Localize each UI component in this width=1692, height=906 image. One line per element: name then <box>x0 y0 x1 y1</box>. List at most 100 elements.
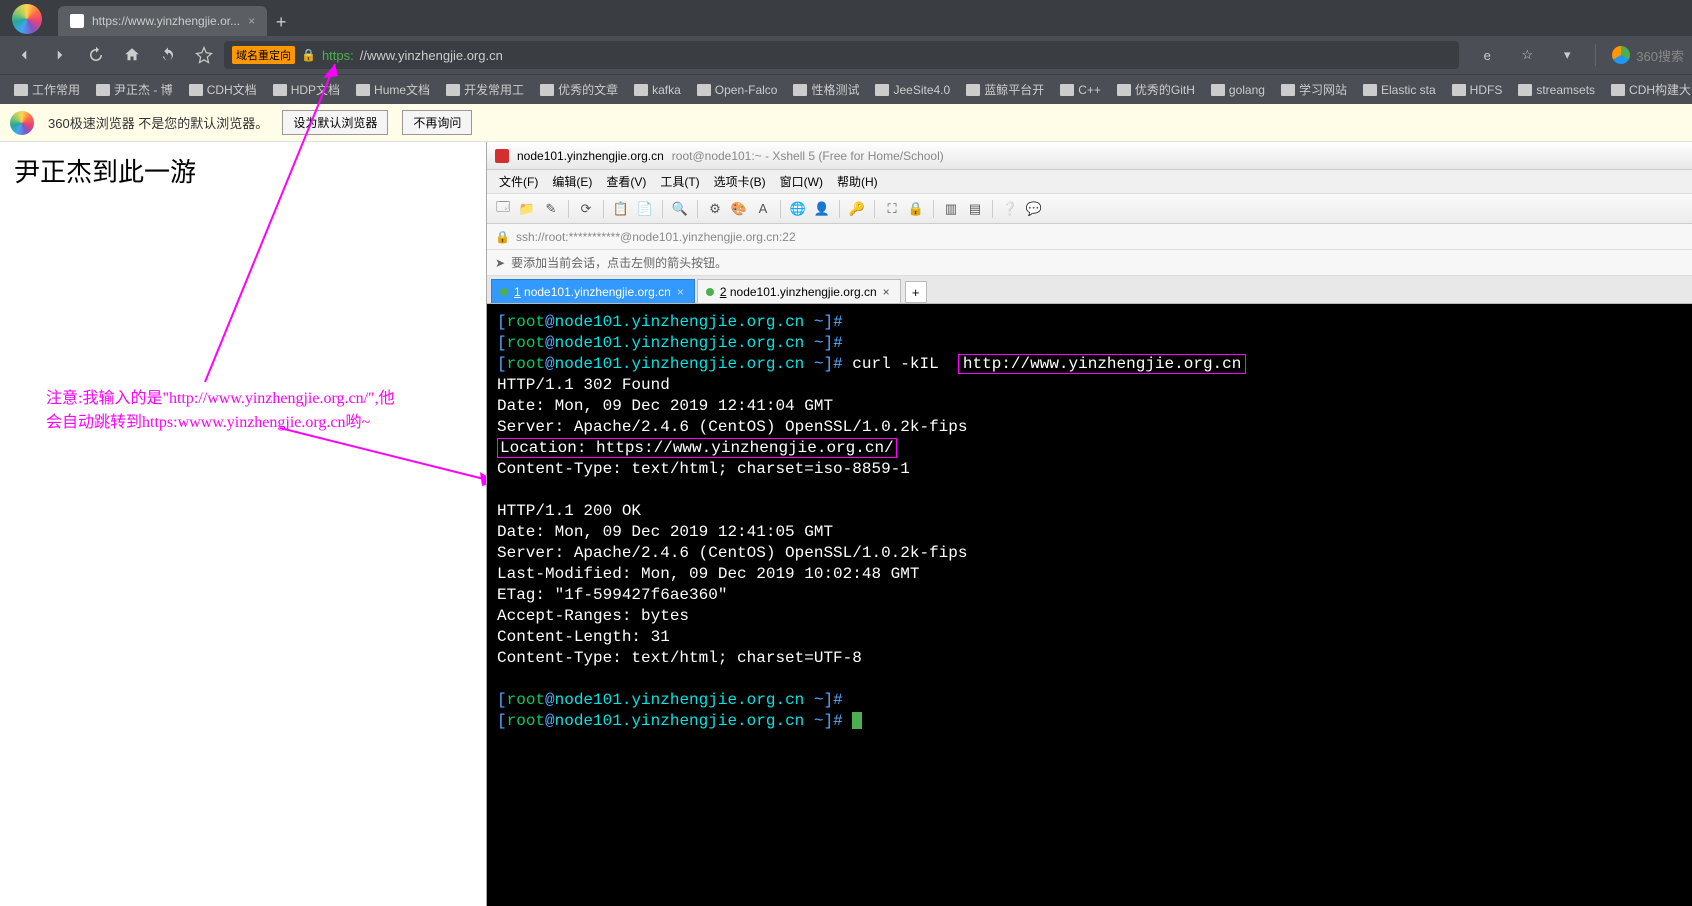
home-button[interactable] <box>116 39 148 71</box>
undo-button[interactable] <box>152 39 184 71</box>
session-tab[interactable]: 1 node101.yinzhengjie.org.cn× <box>491 279 695 303</box>
forward-button[interactable] <box>44 39 76 71</box>
lock-icon: 🔒 <box>495 230 510 244</box>
bookmark-item[interactable]: CDH构建大 <box>1605 79 1692 100</box>
tab-close-icon[interactable]: × <box>883 285 890 299</box>
dont-ask-button[interactable]: 不再询问 <box>402 110 472 135</box>
bookmark-icon[interactable]: ☆ <box>1511 39 1543 71</box>
folder-icon <box>1281 84 1295 96</box>
bookmark-item[interactable]: Hume文档 <box>350 79 436 100</box>
menu-item[interactable]: 帮助(H) <box>831 171 884 192</box>
tile-v-icon[interactable]: ▤ <box>965 199 985 219</box>
menu-item[interactable]: 选项卡(B) <box>708 171 772 192</box>
chat-icon[interactable]: 💬 <box>1024 199 1044 219</box>
browser-tab[interactable]: https://www.yinzhengjie.or... × <box>58 6 267 36</box>
folder-icon <box>96 84 110 96</box>
search-box[interactable]: 360搜索 <box>1612 46 1684 65</box>
menu-item[interactable]: 工具(T) <box>654 171 705 192</box>
bookmark-item[interactable]: 性格测试 <box>787 79 865 100</box>
folder-icon <box>697 84 711 96</box>
bookmark-item[interactable]: 学习网站 <box>1275 79 1353 100</box>
dropdown-icon[interactable]: ▾ <box>1551 39 1583 71</box>
open-icon[interactable]: 📁 <box>517 199 537 219</box>
edit-icon[interactable]: ✎ <box>541 199 561 219</box>
folder-icon <box>273 84 287 96</box>
arrow-icon <box>280 422 510 502</box>
lock-icon[interactable]: 🔒 <box>906 199 926 219</box>
font-icon[interactable]: A <box>753 199 773 219</box>
redirect-tag: 域名重定向 <box>232 46 295 64</box>
bookmark-item[interactable]: Open-Falco <box>691 81 784 99</box>
properties-icon[interactable]: ⚙ <box>705 199 725 219</box>
bookmark-item[interactable]: Elastic sta <box>1357 81 1442 99</box>
browser-logo-icon[interactable] <box>12 4 42 34</box>
set-default-button[interactable]: 设为默认浏览器 <box>282 110 388 135</box>
bookmark-item[interactable]: 尹正杰 - 博 <box>90 79 179 100</box>
copy-icon[interactable]: 📋 <box>611 199 631 219</box>
key-icon[interactable]: 🔑 <box>847 199 867 219</box>
new-session-icon[interactable]: 🗔 <box>493 199 513 219</box>
xshell-address-bar[interactable]: 🔒 ssh://root:***********@node101.yinzhen… <box>487 224 1692 250</box>
folder-icon <box>14 84 28 96</box>
bookmark-item[interactable]: 工作常用 <box>8 79 86 100</box>
bookmark-item[interactable]: CDH文档 <box>183 79 263 100</box>
folder-icon <box>540 84 554 96</box>
url-text: //www.yinzhengjie.org.cn <box>360 48 503 63</box>
folder-icon <box>634 84 648 96</box>
bookmark-item[interactable]: HDFS <box>1446 81 1509 99</box>
reconnect-icon[interactable]: ⟳ <box>576 199 596 219</box>
xshell-tip-bar: ➤ 要添加当前会话，点击左侧的箭头按钮。 <box>487 250 1692 276</box>
bookmark-item[interactable]: golang <box>1205 81 1271 99</box>
folder-icon <box>1518 84 1532 96</box>
find-icon[interactable]: 🔍 <box>670 199 690 219</box>
bookmark-item[interactable]: 优秀的文章 <box>534 79 624 100</box>
user-icon[interactable]: 👤 <box>812 199 832 219</box>
menu-item[interactable]: 文件(F) <box>493 171 544 192</box>
terminal[interactable]: [root@node101.yinzhengjie.org.cn ~]# [ro… <box>487 304 1692 906</box>
bookmark-item[interactable]: C++ <box>1054 81 1107 99</box>
folder-icon <box>1211 84 1225 96</box>
tab-strip: https://www.yinzhengjie.or... × + <box>0 0 1692 36</box>
folder-icon <box>446 84 460 96</box>
session-tab[interactable]: 2 node101.yinzhengjie.org.cn× <box>697 279 901 303</box>
bookmark-item[interactable]: 优秀的GitH <box>1111 79 1201 100</box>
xshell-window: node101.yinzhengjie.org.cn root@node101:… <box>486 142 1692 906</box>
xshell-title-sub: root@node101:~ - Xshell 5 (Free for Home… <box>672 149 944 163</box>
color-icon[interactable]: 🎨 <box>729 199 749 219</box>
status-dot-icon <box>500 288 508 296</box>
globe-icon[interactable]: 🌐 <box>788 199 808 219</box>
bookmark-item[interactable]: kafka <box>628 81 687 99</box>
back-button[interactable] <box>8 39 40 71</box>
fullscreen-icon[interactable]: ⛶ <box>882 199 902 219</box>
folder-icon <box>1611 84 1625 96</box>
tab-close-icon[interactable]: × <box>677 285 684 299</box>
new-tab-button[interactable]: + <box>267 8 295 36</box>
menu-item[interactable]: 窗口(W) <box>774 171 829 192</box>
help-icon[interactable]: ❔ <box>1000 199 1020 219</box>
folder-icon <box>875 84 889 96</box>
menu-item[interactable]: 编辑(E) <box>546 171 598 192</box>
page-content: 尹正杰到此一游 注意:我输入的是"http://www.yinzhengjie.… <box>0 142 1692 906</box>
bookmark-item[interactable]: streamsets <box>1512 81 1601 99</box>
compat-icon[interactable]: e <box>1471 39 1503 71</box>
address-row: 域名重定向 🔒 https://www.yinzhengjie.org.cn e… <box>0 36 1692 74</box>
menu-item[interactable]: 查看(V) <box>600 171 652 192</box>
tab-close-icon[interactable]: × <box>248 14 255 28</box>
bookmark-item[interactable]: 开发常用工 <box>440 79 530 100</box>
reload-button[interactable] <box>80 39 112 71</box>
xshell-menubar: 文件(F)编辑(E)查看(V)工具(T)选项卡(B)窗口(W)帮助(H) <box>487 170 1692 194</box>
paste-icon[interactable]: 📄 <box>635 199 655 219</box>
folder-icon <box>966 84 980 96</box>
address-bar[interactable]: 域名重定向 🔒 https://www.yinzhengjie.org.cn <box>224 41 1459 69</box>
new-session-tab[interactable]: + <box>905 281 927 303</box>
xshell-toolbar: 🗔 📁 ✎ ⟳ 📋 📄 🔍 ⚙ 🎨 A 🌐 👤 🔑 ⛶ 🔒 ▥ ▤ <box>487 194 1692 224</box>
xshell-titlebar[interactable]: node101.yinzhengjie.org.cn root@node101:… <box>487 142 1692 170</box>
star-button[interactable] <box>188 39 220 71</box>
search-engine-icon <box>1612 46 1630 64</box>
bookmark-item[interactable]: HDP文档 <box>267 79 346 100</box>
tile-h-icon[interactable]: ▥ <box>941 199 961 219</box>
bookmark-item[interactable]: 蓝鲸平台开 <box>960 79 1050 100</box>
browser-chrome: https://www.yinzhengjie.or... × + 域名重定向 … <box>0 0 1692 104</box>
bookmarks-bar: 工作常用尹正杰 - 博CDH文档HDP文档Hume文档开发常用工优秀的文章kaf… <box>0 74 1692 104</box>
bookmark-item[interactable]: JeeSite4.0 <box>869 81 956 99</box>
